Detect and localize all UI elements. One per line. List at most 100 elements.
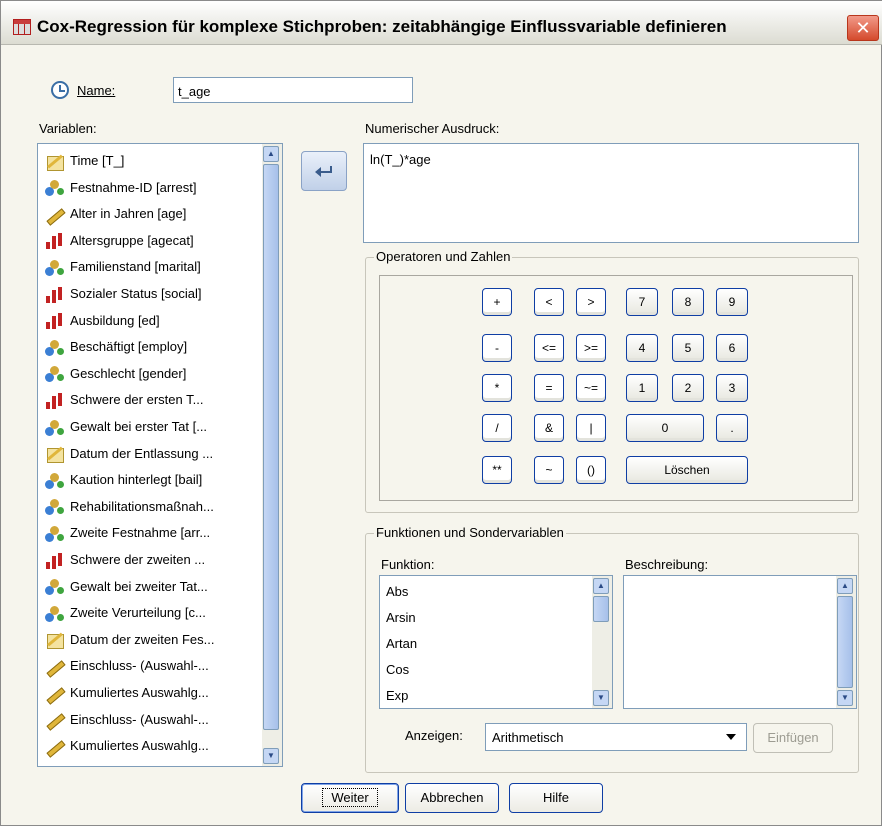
variable-item[interactable]: Einschluss- (Auswahl-... [44,653,209,679]
key-decimal[interactable]: . [716,414,748,442]
function-scroll-down-button[interactable]: ▼ [593,690,609,706]
key-3[interactable]: 3 [716,374,748,402]
calculator-pad: + < > 7 8 9 - <= >= 4 5 6 * = ~= 1 2 3 /… [379,275,853,501]
expression-input[interactable]: ln(T_)*age [363,143,859,243]
description-scroll-thumb[interactable] [837,596,853,688]
variable-item[interactable]: Gewalt bei erster Tat [... [44,414,207,440]
function-scroll-thumb[interactable] [593,596,609,622]
key-minus[interactable]: - [482,334,512,362]
key-greater-than[interactable]: > [576,288,606,316]
function-item[interactable]: Exp [386,688,408,703]
key-7[interactable]: 7 [626,288,658,316]
dialog-window: Cox-Regression für komplexe Stichproben:… [0,0,882,826]
key-divide[interactable]: / [482,414,512,442]
scale-icon [44,711,66,729]
key-power[interactable]: ** [482,456,512,484]
description-scroll-up-button[interactable]: ▲ [837,578,853,594]
variable-item[interactable]: Kaution hinterlegt [bail] [44,467,202,493]
variable-item-label: Ausbildung [ed] [70,312,160,328]
key-9[interactable]: 9 [716,288,748,316]
variables-scrollbar[interactable]: ▲ ▼ [262,144,282,766]
key-4[interactable]: 4 [626,334,658,362]
variable-item[interactable]: Beschäftigt [employ] [44,334,187,360]
variable-item[interactable]: Geschlecht [gender] [44,361,186,387]
variable-item[interactable]: Datum der zweiten Fes... [44,627,215,653]
function-list[interactable]: ▲ ▼ Abs Arsin Artan Cos Exp [379,575,613,709]
variable-item-label: Schwere der zweiten ... [70,552,206,567]
description-scrollbar[interactable]: ▲ ▼ [836,576,856,708]
continue-button[interactable]: Weiter [301,783,399,813]
cancel-button[interactable]: Abbrechen [405,783,499,813]
variable-item[interactable]: Sozialer Status [social] [44,281,202,307]
variable-item-label: Festnahme-ID [arrest] [70,179,197,195]
scroll-down-button[interactable]: ▼ [263,748,279,764]
scroll-thumb[interactable] [263,164,279,730]
variable-item[interactable]: Familienstand [marital] [44,254,201,280]
variable-item-label: Kaution hinterlegt [bail] [70,472,203,488]
variable-item[interactable]: Alter in Jahren [age] [44,201,186,227]
scroll-up-button[interactable]: ▲ [263,146,279,162]
variable-item-label: Geschlecht [gender] [70,365,187,381]
function-scrollbar[interactable]: ▲ ▼ [592,576,612,708]
variable-item-label: Familienstand [marital] [70,259,201,275]
variable-item[interactable]: Zweite Verurteilung [c... [44,600,206,626]
key-6[interactable]: 6 [716,334,748,362]
key-plus[interactable]: + [482,288,512,316]
variable-item[interactable]: Ausbildung [ed] [44,308,160,334]
function-item[interactable]: Arsin [386,610,416,625]
key-greater-equal[interactable]: >= [576,334,606,362]
key-1[interactable]: 1 [626,374,658,402]
insert-button[interactable]: Einfügen [753,723,833,753]
variable-item[interactable]: Time [T_] [44,148,124,174]
key-less-than[interactable]: < [534,288,564,316]
variable-item-label: Einschluss- (Auswahl-... [70,658,209,674]
key-not-equal[interactable]: ~= [576,374,606,402]
key-8[interactable]: 8 [672,288,704,316]
key-2[interactable]: 2 [672,374,704,402]
expression-label: Numerischer Ausdruck: [365,121,500,136]
description-label: Beschreibung: [625,557,709,572]
key-and[interactable]: & [534,414,564,442]
variable-item[interactable]: Festnahme-ID [arrest] [44,175,196,201]
scale-icon [44,206,66,224]
help-button[interactable]: Hilfe [509,783,603,813]
variable-item[interactable]: Schwere der zweiten ... [44,547,205,573]
key-multiply[interactable]: * [482,374,512,402]
key-equal[interactable]: = [534,374,564,402]
description-box[interactable]: ▲ ▼ [623,575,857,709]
function-group-select[interactable]: Arithmetisch [485,723,747,751]
function-item[interactable]: Cos [386,662,409,677]
variable-item[interactable]: Altersgruppe [agecat] [44,228,194,254]
description-scroll-down-button[interactable]: ▼ [837,690,853,706]
close-button[interactable]: ✕ [847,15,879,41]
variable-item[interactable]: Einschluss- (Auswahl-... [44,707,209,733]
key-less-equal[interactable]: <= [534,334,564,362]
function-item[interactable]: Abs [386,584,408,599]
variable-item[interactable]: Gewalt bei zweiter Tat... [44,574,208,600]
variable-item[interactable]: Kumuliertes Auswahlg... [44,680,209,706]
function-item[interactable]: Artan [386,636,417,651]
function-scroll-up-button[interactable]: ▲ [593,578,609,594]
key-or[interactable]: | [576,414,606,442]
variables-label: Variablen: [39,121,97,136]
move-variable-button[interactable] [301,151,347,191]
delete-button[interactable]: Löschen [626,456,748,484]
variable-item[interactable]: Datum der Entlassung ... [44,441,213,467]
key-5[interactable]: 5 [672,334,704,362]
move-arrow-icon [315,166,332,177]
variable-item[interactable]: Kumuliertes Auswahlg... [44,733,209,759]
variable-item-label: Datum der zweiten Fes... [70,631,215,647]
variable-item-label: Datum der Entlassung ... [70,445,214,461]
variable-item[interactable]: Zweite Festnahme [arr... [44,520,210,546]
key-parentheses[interactable]: () [576,456,606,484]
function-group-select-value: Arithmetisch [492,730,564,745]
ordinal-icon [44,286,66,304]
name-input[interactable]: t_age [173,77,413,103]
variable-item[interactable]: Rehabilitationsmaßnah... [44,494,214,520]
key-not[interactable]: ~ [534,456,564,484]
variables-list[interactable]: ▲ ▼ Time [T_] Festnahme-ID [arrest] Alter … [37,143,283,767]
key-0[interactable]: 0 [626,414,704,442]
variable-item[interactable]: Schwere der ersten T... [44,387,203,413]
functions-group-title: Funktionen und Sondervariablen [374,525,566,540]
nominal-icon [44,472,66,490]
